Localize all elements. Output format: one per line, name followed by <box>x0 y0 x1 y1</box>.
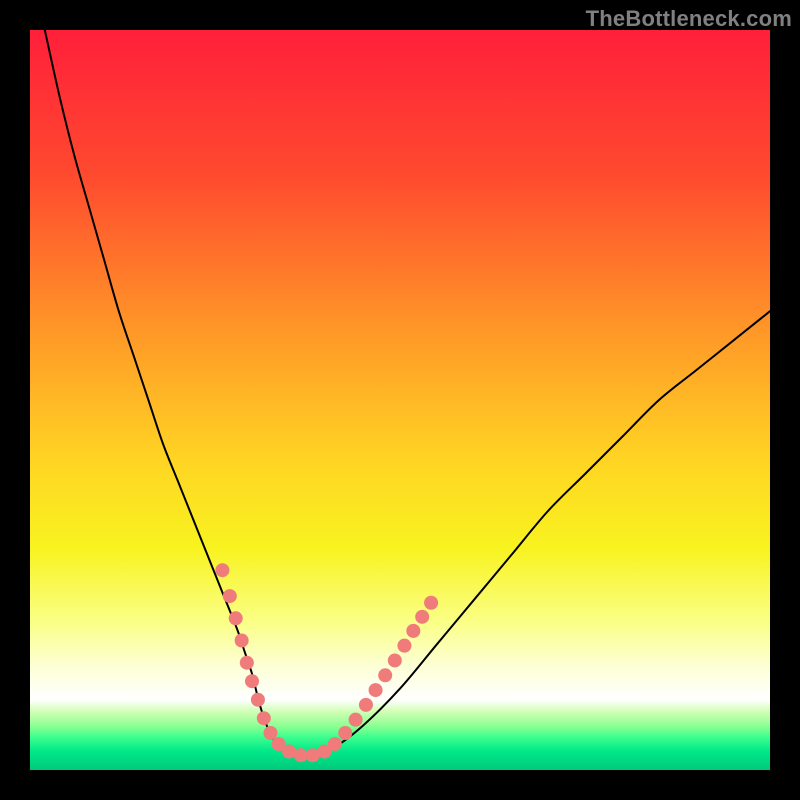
watermark-text: TheBottleneck.com <box>586 6 792 32</box>
highlight-bead <box>397 639 411 653</box>
highlight-bead <box>328 737 342 751</box>
highlight-bead <box>369 683 383 697</box>
highlight-bead <box>359 698 373 712</box>
highlight-bead <box>349 713 363 727</box>
highlight-bead <box>223 589 237 603</box>
highlight-bead <box>378 668 392 682</box>
highlight-bead <box>338 726 352 740</box>
highlight-bead <box>306 748 320 762</box>
highlight-bead <box>229 611 243 625</box>
highlight-bead <box>424 596 438 610</box>
highlight-bead <box>415 610 429 624</box>
highlight-bead <box>235 634 249 648</box>
highlight-bead <box>406 624 420 638</box>
highlight-bead <box>245 674 259 688</box>
highlight-bead <box>282 745 296 759</box>
highlight-bead <box>240 656 254 670</box>
highlight-bead <box>251 693 265 707</box>
chart-svg <box>30 30 770 770</box>
highlight-bead <box>215 563 229 577</box>
highlight-bead <box>388 653 402 667</box>
highlight-bead <box>257 711 271 725</box>
plot-area <box>30 30 770 770</box>
outer-frame: TheBottleneck.com <box>0 0 800 800</box>
